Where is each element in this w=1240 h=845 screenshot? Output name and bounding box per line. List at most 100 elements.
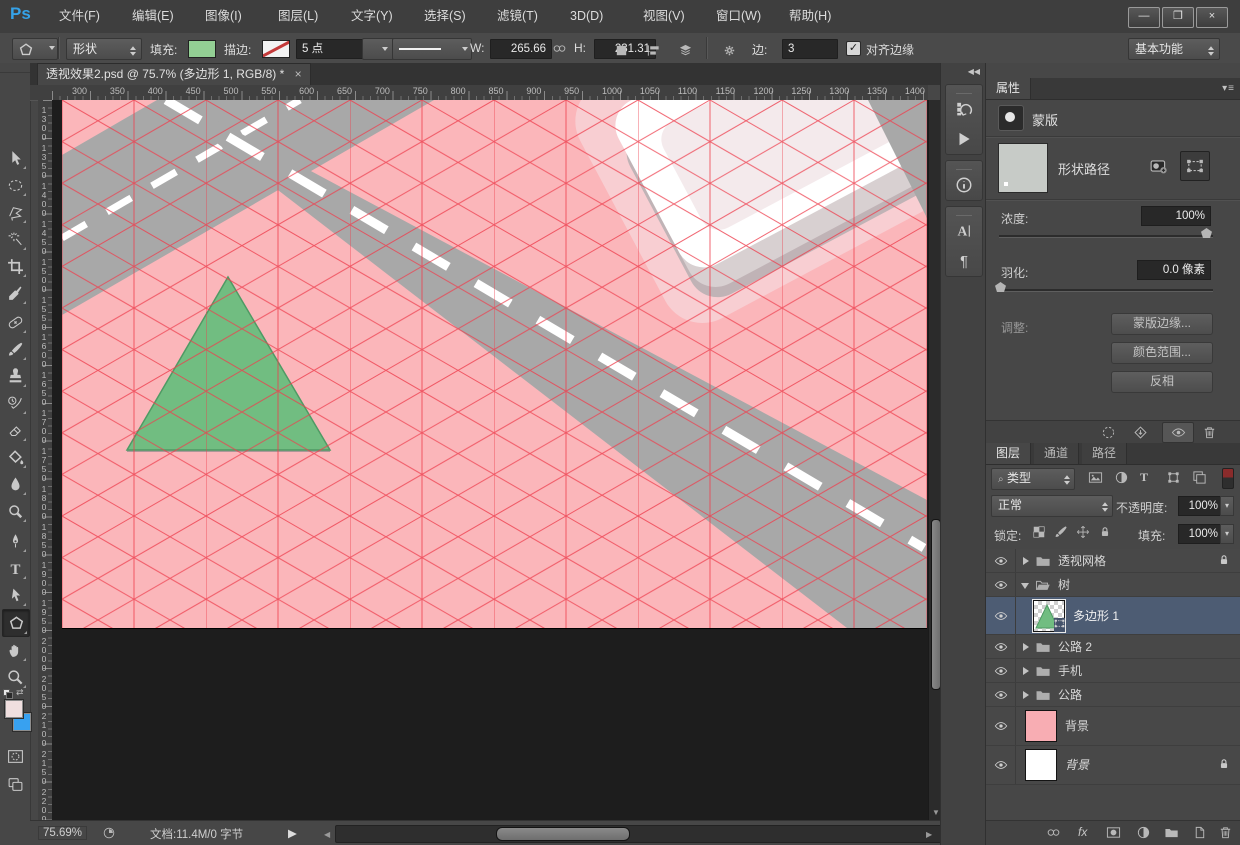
magic-wand-tool[interactable] <box>2 226 28 252</box>
layer-row-1[interactable]: 透视网格 <box>986 549 1240 573</box>
tab-close-icon[interactable]: × <box>295 67 302 81</box>
menu-2[interactable]: 编辑(E) <box>121 0 185 33</box>
stroke-width-dropdown-button[interactable] <box>362 38 394 60</box>
panel-menu-icon[interactable]: ▾≡ <box>1222 83 1235 94</box>
vertical-ruler[interactable]: 1300135014001450150015501600165017001750… <box>38 100 53 820</box>
layer-name[interactable]: 树 <box>1058 578 1070 592</box>
horizontal-scrollbar[interactable] <box>335 825 955 843</box>
menu-10[interactable]: 窗口(W) <box>705 0 772 33</box>
path-alignment-button[interactable] <box>640 39 666 62</box>
opacity-value[interactable]: 100% <box>1178 496 1224 516</box>
tool-preset-picker[interactable] <box>12 38 58 60</box>
layer-row-3[interactable]: 多边形 1 <box>986 597 1240 635</box>
fill-value[interactable]: 100% <box>1178 524 1224 544</box>
scroll-left-arrow-icon[interactable]: ◀ <box>324 831 330 839</box>
layer-row-8[interactable]: 背景 <box>986 746 1240 785</box>
quick-mask-mode-button[interactable] <box>2 743 28 769</box>
panel-button-info-icon[interactable] <box>946 170 982 200</box>
shape-width-field[interactable]: 265.66 <box>490 39 552 59</box>
crop-tool[interactable] <box>2 253 28 279</box>
mask-thumbnail[interactable] <box>998 143 1048 193</box>
menu-5[interactable]: 文字(Y) <box>340 0 404 33</box>
filter-kind-dropdown[interactable]: ⌕ 类型 <box>991 468 1075 490</box>
expand-arrow-icon[interactable] <box>1023 691 1029 699</box>
lock-transparency-icon[interactable] <box>1032 525 1046 539</box>
mask-visibility-eye-icon[interactable] <box>1162 422 1194 443</box>
status-flyout-icon[interactable]: ▶ <box>288 826 297 840</box>
layer-row-7[interactable]: 背景 <box>986 707 1240 746</box>
layer-row-5[interactable]: 手机 <box>986 659 1240 683</box>
move-tool[interactable] <box>2 145 28 171</box>
fill-color-swatch[interactable] <box>188 40 216 58</box>
blend-mode-dropdown[interactable]: 正常 <box>991 495 1113 517</box>
menu-1[interactable]: 文件(F) <box>48 0 111 33</box>
tab-paths[interactable]: 路径 <box>1082 443 1127 464</box>
link-layers-icon[interactable] <box>1046 825 1061 840</box>
layer-name[interactable]: 手机 <box>1058 664 1082 678</box>
lock-all-icon[interactable] <box>1098 525 1112 539</box>
new-adjustment-layer-icon[interactable] <box>1136 825 1151 840</box>
elliptical-marquee-tool[interactable] <box>2 172 28 198</box>
horizontal-ruler[interactable]: 3003504004505005506006507007508008509009… <box>52 85 928 101</box>
menu-3[interactable]: 图像(I) <box>194 0 253 33</box>
density-slider[interactable] <box>999 235 1213 238</box>
layer-name[interactable]: 透视网格 <box>1058 554 1106 568</box>
layer-visibility-eye-icon[interactable] <box>986 746 1016 784</box>
layer-visibility-eye-icon[interactable] <box>986 597 1016 634</box>
hand-tool[interactable] <box>2 637 28 663</box>
layer-visibility-eye-icon[interactable] <box>986 683 1016 706</box>
collapse-arrow-icon[interactable] <box>1021 583 1029 589</box>
screen-mode-button[interactable] <box>2 771 28 797</box>
add-pixel-mask-button[interactable] <box>1146 155 1172 177</box>
canvas-artwork[interactable] <box>62 100 927 628</box>
layer-visibility-eye-icon[interactable] <box>986 549 1016 572</box>
tools-panel-header[interactable] <box>0 63 30 73</box>
stroke-type-dropdown[interactable] <box>392 38 472 60</box>
layer-name[interactable]: 公路 2 <box>1058 640 1092 654</box>
panel-button-character-icon[interactable]: A <box>946 216 982 246</box>
workspace-switcher[interactable]: 基本功能 <box>1128 38 1220 60</box>
layer-row-4[interactable]: 公路 2 <box>986 635 1240 659</box>
expand-arrow-icon[interactable] <box>1023 557 1029 565</box>
filter-shape-layers-icon[interactable] <box>1166 470 1181 485</box>
layer-name[interactable]: 背景 <box>1065 719 1089 733</box>
delete-layer-trash-icon[interactable] <box>1218 825 1233 840</box>
menu-11[interactable]: 帮助(H) <box>778 0 842 33</box>
layer-thumbnail[interactable] <box>1025 710 1057 742</box>
menu-4[interactable]: 图层(L) <box>267 0 329 33</box>
tab-properties[interactable]: 属性 <box>986 78 1031 99</box>
layer-name[interactable]: 背景 <box>1065 758 1089 772</box>
lock-pixels-icon[interactable] <box>1054 525 1068 539</box>
layer-row-2[interactable]: 树 <box>986 573 1240 597</box>
delete-mask-trash-icon[interactable] <box>1202 425 1217 440</box>
healing-brush-tool[interactable] <box>2 309 28 335</box>
brush-tool[interactable] <box>2 336 28 362</box>
layer-visibility-eye-icon[interactable] <box>986 707 1016 745</box>
tab-layers[interactable]: 图层 <box>986 443 1031 464</box>
layer-name[interactable]: 多边形 1 <box>1073 609 1119 623</box>
density-value[interactable]: 100% <box>1141 206 1211 226</box>
layer-thumbnail[interactable] <box>1025 749 1057 781</box>
default-colors-icon[interactable] <box>3 689 12 698</box>
layer-thumbnail[interactable] <box>1033 600 1065 632</box>
close-button[interactable]: × <box>1196 7 1228 28</box>
document-tab[interactable]: 透视效果2.psd @ 75.7% (多边形 1, RGB/8) * × <box>37 63 311 86</box>
opacity-dropdown-arrow[interactable]: ▾ <box>1220 496 1234 516</box>
eraser-tool[interactable] <box>2 417 28 443</box>
menu-9[interactable]: 视图(V) <box>632 0 696 33</box>
zoom-level-field[interactable]: 75.69% <box>38 826 87 840</box>
expand-arrow-icon[interactable] <box>1023 667 1029 675</box>
invert-button[interactable]: 反相 <box>1111 371 1213 393</box>
add-layer-mask-icon[interactable] <box>1106 825 1121 840</box>
polygon-tool[interactable] <box>2 609 30 637</box>
layer-visibility-eye-icon[interactable] <box>986 659 1016 682</box>
menu-8[interactable]: 3D(D) <box>559 0 614 33</box>
minimize-button[interactable]: — <box>1128 7 1160 28</box>
foreground-color-swatch[interactable] <box>5 700 23 718</box>
panel-button-actions-icon[interactable] <box>946 124 982 154</box>
path-arrangement-button[interactable] <box>672 39 698 62</box>
layer-row-6[interactable]: 公路 <box>986 683 1240 707</box>
stroke-color-swatch[interactable] <box>262 40 290 58</box>
horizontal-scrollbar-thumb[interactable] <box>496 827 630 841</box>
tab-channels[interactable]: 通道 <box>1034 443 1079 464</box>
